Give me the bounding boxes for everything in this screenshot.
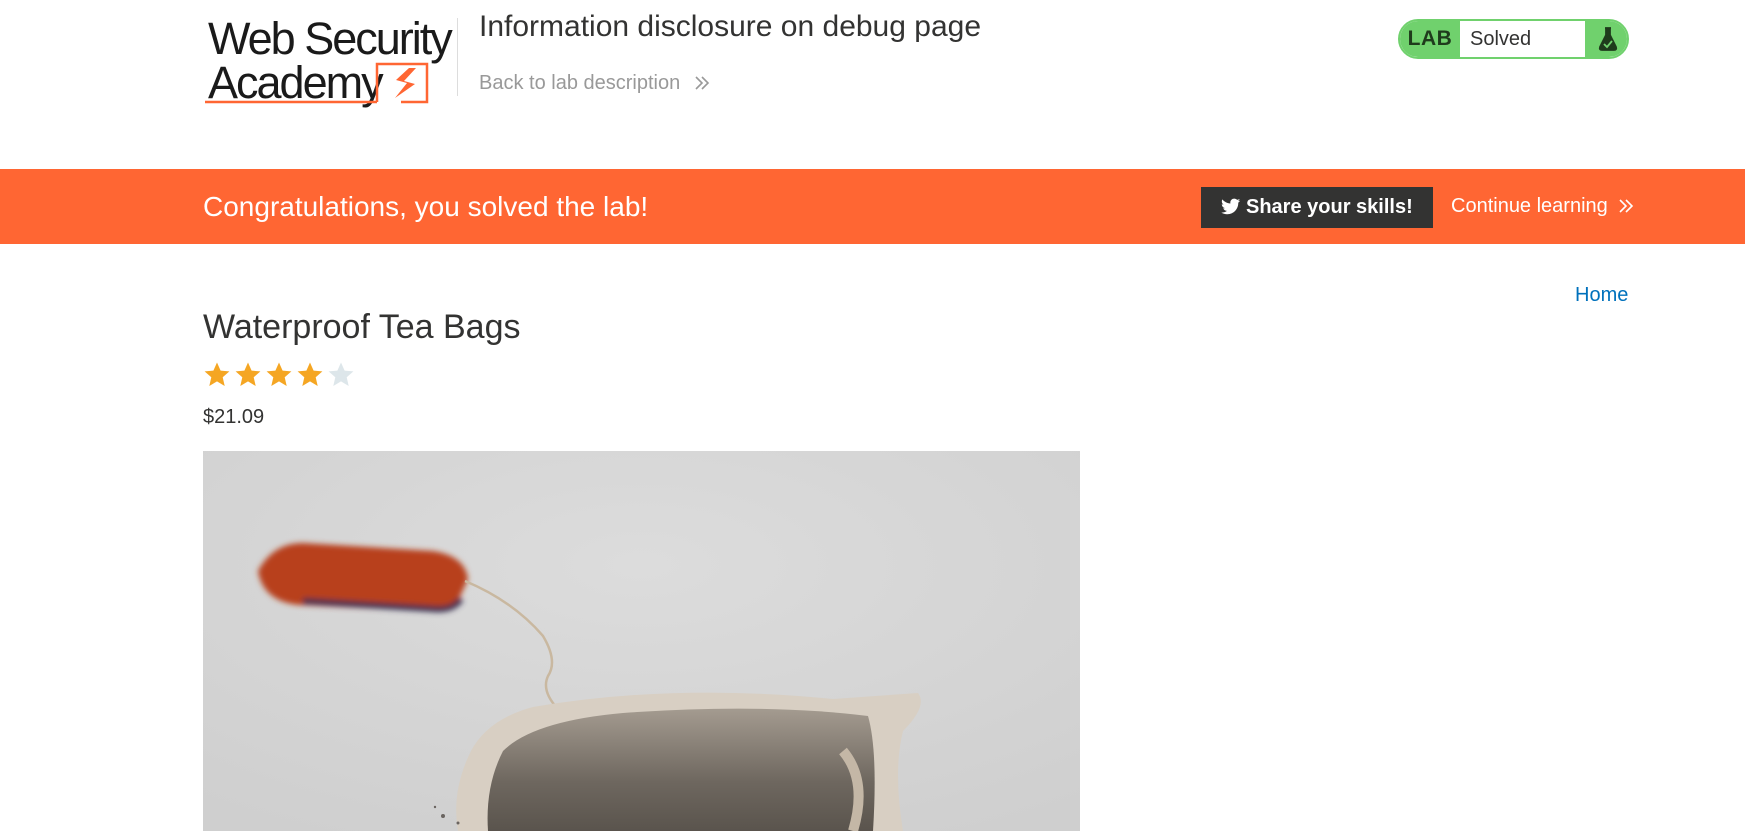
back-to-lab-description-link[interactable]: Back to lab description (479, 70, 710, 98)
share-your-skills-button[interactable]: Share your skills! (1201, 187, 1433, 228)
lab-state-label: Solved (1470, 28, 1532, 50)
site-header: Web Security Academy Information disclos… (0, 0, 1745, 169)
home-link[interactable]: Home (1575, 283, 1628, 307)
lab-status-widget: LAB Solved (1398, 19, 1629, 59)
logo-mark-icon (205, 62, 429, 104)
tea-bag-photo (203, 451, 1080, 831)
star-filled-icon (235, 362, 261, 386)
continue-learning-label: Continue learning (1451, 195, 1608, 217)
double-chevron-right-icon (694, 72, 710, 98)
product-rating (203, 361, 358, 391)
product-price: $21.09 (203, 406, 265, 428)
star-filled-icon (266, 362, 292, 386)
star-filled-icon (297, 362, 323, 386)
star-filled-icon (204, 362, 230, 386)
web-security-academy-logo[interactable]: Web Security Academy (203, 16, 455, 110)
lab-badge: LAB (1400, 21, 1460, 57)
twitter-icon (1221, 198, 1241, 215)
share-button-label: Share your skills! (1246, 196, 1413, 218)
continue-learning-link[interactable]: Continue learning (1451, 169, 1634, 244)
product-title: Waterproof Tea Bags (203, 308, 521, 346)
flask-solved-icon (1585, 21, 1627, 57)
double-chevron-right-icon (1618, 171, 1634, 246)
lab-title: Information disclosure on debug page (479, 10, 982, 43)
star-empty-icon (328, 362, 354, 386)
back-link-label: Back to lab description (479, 72, 681, 94)
product-image (203, 451, 1080, 831)
congratulations-message: Congratulations, you solved the lab! (203, 191, 649, 222)
solved-banner: Congratulations, you solved the lab! Sha… (0, 169, 1745, 244)
header-divider (457, 18, 458, 96)
